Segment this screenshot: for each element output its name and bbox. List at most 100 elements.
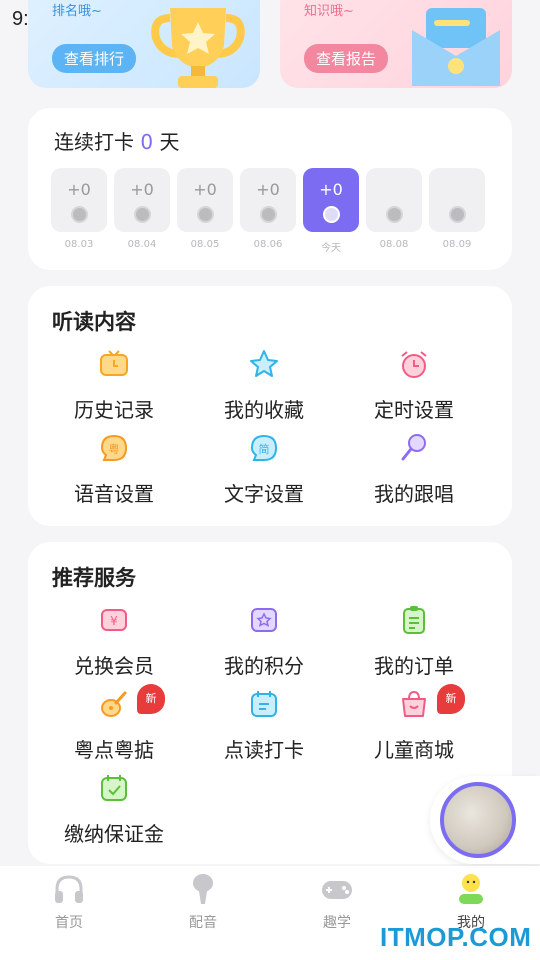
headphones-icon	[55, 875, 83, 903]
reading-checkin-label: 点读打卡	[224, 738, 304, 762]
day-label: 08.03	[64, 239, 94, 250]
day-points: +0	[256, 180, 280, 199]
day-box: +0	[177, 168, 233, 232]
coin-icon	[71, 206, 88, 223]
nav-home-label: 首页	[55, 915, 83, 931]
reading-checkin-item[interactable]: 点读打卡	[189, 688, 339, 763]
view-report-button[interactable]: 查看报告	[304, 44, 389, 73]
voice-settings-item[interactable]: 粤 语音设置	[39, 432, 189, 507]
checkin-day[interactable]: 08.08	[366, 168, 422, 254]
sing-along-item[interactable]: 我的跟唱	[339, 432, 489, 507]
history-label: 历史记录	[74, 398, 154, 422]
history-item[interactable]: 历史记录	[39, 348, 189, 423]
nav-fun-learning[interactable]: 趣学	[297, 872, 377, 932]
svg-text:¥: ¥	[110, 614, 118, 628]
floating-player-bubble[interactable]	[430, 776, 540, 864]
my-points-label: 我的积分	[224, 654, 304, 678]
checkin-card: 连续打卡 0 天 +0 08.03 +0 08.04 +0 08.05 +0 08.06…	[28, 108, 512, 270]
day-points: +0	[130, 180, 154, 199]
services-section-title: 推荐服务	[52, 566, 136, 590]
nav-home[interactable]: 首页	[29, 872, 109, 932]
checkin-suffix: 天	[159, 130, 180, 154]
ranking-card-subtitle: 排名哦~	[52, 4, 102, 19]
report-envelope-icon	[412, 8, 500, 86]
checkin-day[interactable]: +0 08.04	[114, 168, 170, 254]
profile-icon	[459, 874, 483, 904]
calendar-check-icon	[251, 691, 277, 717]
mic-icon	[193, 874, 213, 904]
voice-settings-label: 语音设置	[74, 482, 154, 506]
chat-jian-icon: 简	[250, 434, 278, 461]
kids-mall-item[interactable]: 儿童商城	[339, 688, 489, 763]
day-label: 今天	[321, 243, 341, 254]
redeem-membership-label: 兑换会员	[74, 654, 154, 678]
listen-section-title: 听读内容	[52, 310, 136, 334]
coin-icon	[197, 206, 214, 223]
checkin-day[interactable]: +0 08.03	[51, 168, 107, 254]
nav-dubbing[interactable]: 配音	[163, 872, 243, 932]
view-ranking-button[interactable]: 查看排行	[52, 44, 137, 73]
svg-text:简: 简	[259, 442, 270, 456]
day-label: 08.09	[442, 239, 472, 250]
day-label: 08.05	[190, 239, 220, 250]
shopping-bag-icon	[402, 690, 426, 717]
day-box: +0	[240, 168, 296, 232]
watermark: ITMOP.COM	[380, 922, 532, 952]
yuedian-item[interactable]: 粤点粤掂	[39, 688, 189, 763]
my-orders-item[interactable]: 我的订单	[339, 604, 489, 679]
checkin-day[interactable]: +0 08.06	[240, 168, 296, 254]
clipboard-icon	[403, 606, 425, 634]
floating-avatar[interactable]	[440, 782, 516, 858]
chat-yue-icon: 粤	[100, 434, 128, 461]
nav-fun-learning-label: 趣学	[323, 915, 351, 931]
day-points: +0	[319, 180, 343, 199]
coin-icon	[449, 206, 466, 223]
svg-text:粤: 粤	[109, 442, 120, 456]
checkin-title: 连续打卡 0 天	[54, 126, 179, 155]
checkin-day[interactable]: +0 08.05	[177, 168, 233, 254]
trophy-icon	[151, 8, 245, 88]
text-settings-item[interactable]: 简 文字设置	[189, 432, 339, 507]
coin-icon	[386, 206, 403, 223]
star-card-icon	[251, 608, 277, 632]
yuedian-label: 粤点粤掂	[74, 738, 154, 762]
text-settings-label: 文字设置	[224, 482, 304, 506]
checkin-day[interactable]: 08.09	[429, 168, 485, 254]
day-label: 08.04	[127, 239, 157, 250]
deposit-item[interactable]: 缴纳保证金	[39, 772, 189, 847]
report-card[interactable]: 知识哦~ 查看报告	[280, 0, 512, 88]
coin-icon	[134, 206, 151, 223]
alarm-clock-icon	[401, 351, 427, 378]
day-label: 08.08	[379, 239, 409, 250]
report-card-subtitle: 知识哦~	[304, 4, 354, 19]
sing-along-label: 我的跟唱	[374, 482, 454, 506]
favorites-label: 我的收藏	[224, 398, 304, 422]
checkin-day-today[interactable]: +0 今天	[303, 168, 359, 254]
checkin-days: +0 08.03 +0 08.04 +0 08.05 +0 08.06 +0 今天 08.…	[51, 168, 485, 254]
redeem-membership-item[interactable]: ¥ 兑换会员	[39, 604, 189, 679]
timer-label: 定时设置	[374, 398, 454, 422]
favorites-item[interactable]: 我的收藏	[189, 348, 339, 423]
day-points: +0	[67, 180, 91, 199]
checkin-prefix: 连续打卡	[54, 130, 134, 154]
calendar-tick-icon	[101, 775, 127, 801]
yen-card-icon: ¥	[101, 609, 127, 631]
my-points-item[interactable]: 我的积分	[189, 604, 339, 679]
my-orders-label: 我的订单	[374, 654, 454, 678]
day-box: +0	[51, 168, 107, 232]
kids-mall-label: 儿童商城	[374, 738, 454, 762]
guitar-icon	[101, 691, 127, 717]
microphone-icon	[401, 434, 426, 461]
day-points: +0	[193, 180, 217, 199]
deposit-label: 缴纳保证金	[64, 822, 164, 846]
ranking-card[interactable]: 排名哦~ 查看排行	[28, 0, 260, 88]
timer-item[interactable]: 定时设置	[339, 348, 489, 423]
coin-icon	[323, 206, 340, 223]
day-label: 08.06	[253, 239, 283, 250]
checkin-count: 0	[140, 130, 154, 154]
tv-history-icon	[100, 350, 128, 376]
coin-icon	[260, 206, 277, 223]
star-icon	[250, 350, 278, 377]
listen-content-card: 听读内容 历史记录 我的收藏 定时设置 粤 语音设置 简 文字设置 我的跟唱	[28, 286, 512, 526]
day-box	[366, 168, 422, 232]
